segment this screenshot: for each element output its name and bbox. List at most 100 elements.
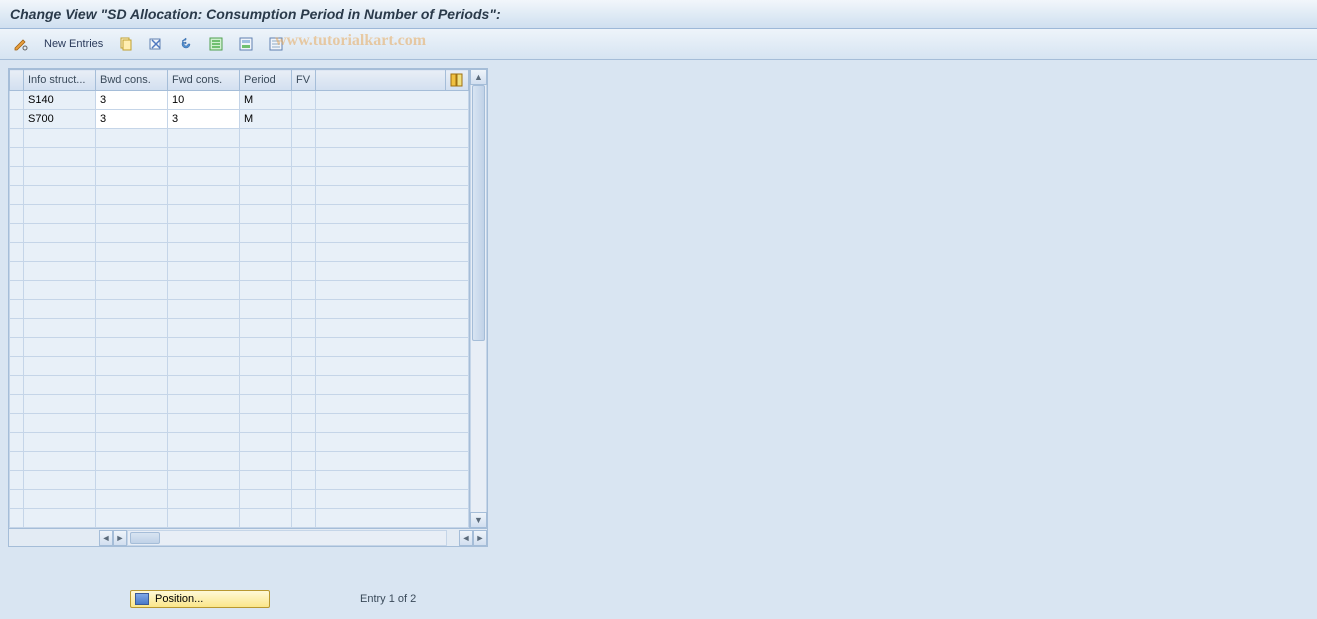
cell-fv[interactable] <box>292 224 316 243</box>
cell-period[interactable] <box>240 490 292 509</box>
cell-bwd_cons[interactable] <box>96 338 168 357</box>
cell-period[interactable] <box>240 509 292 528</box>
row-selector[interactable] <box>10 414 24 433</box>
cell-fwd_cons[interactable] <box>168 224 240 243</box>
cell-info_struct[interactable] <box>24 357 96 376</box>
cell-period[interactable] <box>240 224 292 243</box>
row-selector[interactable] <box>10 110 24 129</box>
corner-cell[interactable] <box>10 70 24 91</box>
cell-fv[interactable] <box>292 490 316 509</box>
cell-period[interactable] <box>240 300 292 319</box>
cell-bwd_cons[interactable] <box>96 167 168 186</box>
cell-period[interactable] <box>240 281 292 300</box>
row-selector[interactable] <box>10 452 24 471</box>
row-selector[interactable] <box>10 205 24 224</box>
toggle-change-button[interactable] <box>8 33 34 55</box>
cell-bwd_cons[interactable] <box>96 319 168 338</box>
cell-info_struct[interactable] <box>24 319 96 338</box>
cell-period[interactable] <box>240 452 292 471</box>
cell-fwd_cons[interactable] <box>168 338 240 357</box>
scroll-left2-icon[interactable]: ◄ <box>459 530 473 546</box>
cell-info_struct[interactable] <box>24 186 96 205</box>
cell-fwd_cons[interactable] <box>168 395 240 414</box>
deselect-all-button[interactable] <box>263 33 289 55</box>
cell-bwd_cons[interactable] <box>96 300 168 319</box>
cell-period[interactable] <box>240 471 292 490</box>
row-selector[interactable] <box>10 490 24 509</box>
cell-fwd_cons[interactable] <box>168 509 240 528</box>
horizontal-scrollbar[interactable]: ◄ ► ◄ ► <box>9 528 487 546</box>
cell-fwd_cons[interactable] <box>168 281 240 300</box>
scroll-right2-icon[interactable]: ► <box>473 530 487 546</box>
cell-fv[interactable] <box>292 186 316 205</box>
cell-fwd_cons[interactable] <box>168 148 240 167</box>
cell-fv[interactable] <box>292 376 316 395</box>
cell-info_struct[interactable] <box>24 452 96 471</box>
cell-fv[interactable] <box>292 471 316 490</box>
cell-fv[interactable] <box>292 357 316 376</box>
cell-fwd_cons[interactable]: 10 <box>168 91 240 110</box>
cell-info_struct[interactable]: S700 <box>24 110 96 129</box>
delete-button[interactable] <box>143 33 169 55</box>
cell-fv[interactable] <box>292 205 316 224</box>
row-selector[interactable] <box>10 224 24 243</box>
cell-fv[interactable] <box>292 338 316 357</box>
cell-period[interactable] <box>240 319 292 338</box>
row-selector[interactable] <box>10 281 24 300</box>
cell-fwd_cons[interactable] <box>168 319 240 338</box>
cell-info_struct[interactable] <box>24 376 96 395</box>
cell-fwd_cons[interactable] <box>168 490 240 509</box>
col-header-period[interactable]: Period <box>240 70 292 91</box>
cell-fwd_cons[interactable] <box>168 167 240 186</box>
vertical-scrollbar[interactable]: ▲ ▼ <box>469 69 487 528</box>
row-selector[interactable] <box>10 433 24 452</box>
cell-bwd_cons[interactable]: 3 <box>96 110 168 129</box>
cell-fv[interactable] <box>292 414 316 433</box>
scroll-thumb[interactable] <box>472 85 485 341</box>
cell-bwd_cons[interactable] <box>96 148 168 167</box>
select-block-button[interactable] <box>233 33 259 55</box>
cell-period[interactable] <box>240 148 292 167</box>
cell-info_struct[interactable] <box>24 262 96 281</box>
cell-info_struct[interactable] <box>24 148 96 167</box>
cell-info_struct[interactable] <box>24 395 96 414</box>
cell-period[interactable] <box>240 338 292 357</box>
cell-fwd_cons[interactable] <box>168 433 240 452</box>
cell-fwd_cons[interactable] <box>168 186 240 205</box>
cell-info_struct[interactable] <box>24 471 96 490</box>
row-selector[interactable] <box>10 471 24 490</box>
cell-bwd_cons[interactable] <box>96 243 168 262</box>
cell-period[interactable] <box>240 395 292 414</box>
cell-bwd_cons[interactable] <box>96 471 168 490</box>
cell-fv[interactable] <box>292 91 316 110</box>
cell-fv[interactable] <box>292 148 316 167</box>
cell-info_struct[interactable] <box>24 414 96 433</box>
cell-fv[interactable] <box>292 509 316 528</box>
cell-info_struct[interactable] <box>24 300 96 319</box>
row-selector[interactable] <box>10 300 24 319</box>
scroll-up-icon[interactable]: ▲ <box>470 69 487 85</box>
row-selector[interactable] <box>10 319 24 338</box>
cell-fv[interactable] <box>292 110 316 129</box>
cell-fwd_cons[interactable] <box>168 357 240 376</box>
cell-bwd_cons[interactable] <box>96 262 168 281</box>
cell-period[interactable] <box>240 167 292 186</box>
new-entries-button[interactable]: New Entries <box>38 36 109 52</box>
cell-fv[interactable] <box>292 281 316 300</box>
row-selector[interactable] <box>10 509 24 528</box>
cell-info_struct[interactable] <box>24 129 96 148</box>
cell-fv[interactable] <box>292 167 316 186</box>
cell-fwd_cons[interactable] <box>168 452 240 471</box>
cell-bwd_cons[interactable] <box>96 224 168 243</box>
row-selector[interactable] <box>10 395 24 414</box>
cell-fv[interactable] <box>292 319 316 338</box>
row-selector[interactable] <box>10 129 24 148</box>
row-selector[interactable] <box>10 148 24 167</box>
scroll-down-icon[interactable]: ▼ <box>470 512 487 528</box>
cell-fv[interactable] <box>292 300 316 319</box>
cell-info_struct[interactable] <box>24 509 96 528</box>
cell-period[interactable]: M <box>240 110 292 129</box>
row-selector[interactable] <box>10 376 24 395</box>
cell-period[interactable] <box>240 243 292 262</box>
scroll-track[interactable] <box>470 85 487 512</box>
